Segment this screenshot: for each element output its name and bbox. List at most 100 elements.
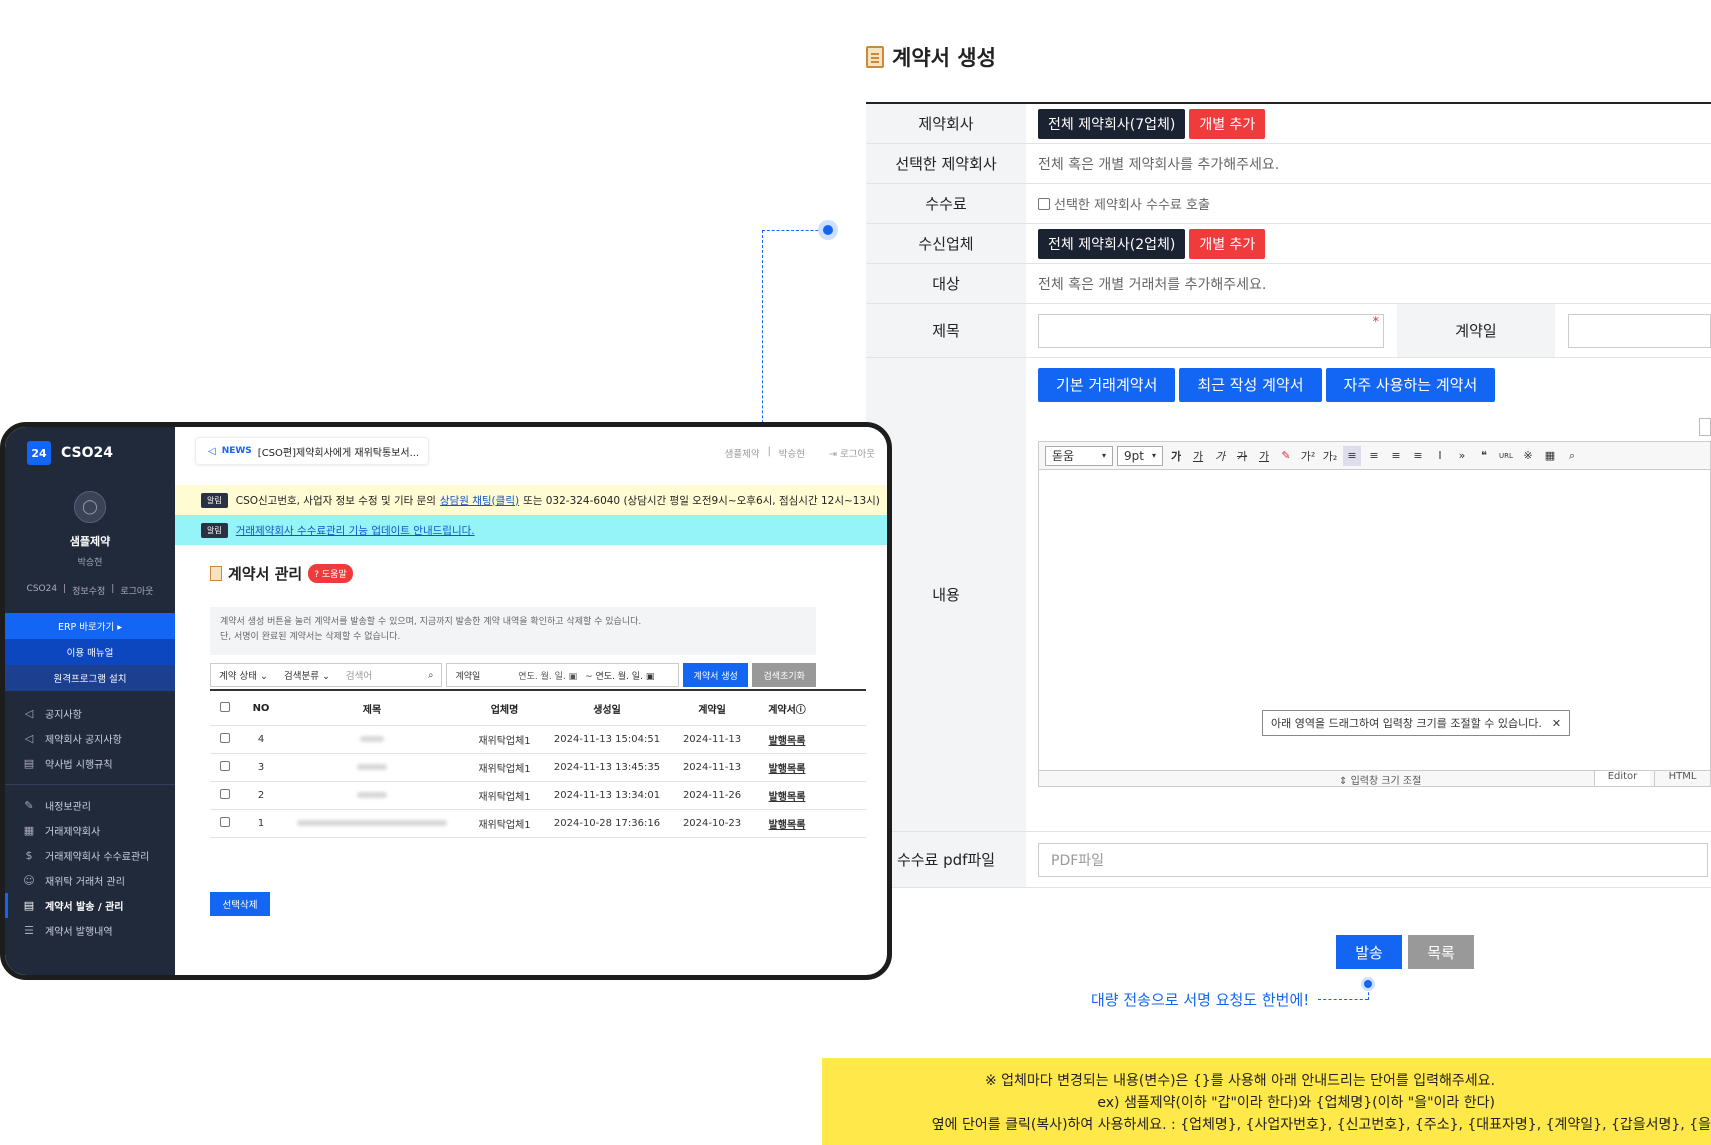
- resize-handle[interactable]: ⇕ 입력창 크기 조절: [1339, 772, 1421, 787]
- table-row[interactable]: 1 재위탁업체1 2024-10-28 17:36:16 2024-10-23 …: [210, 810, 866, 838]
- info-line-2: 단, 서명이 완료된 계약서는 삭제할 수 없습니다.: [220, 632, 401, 642]
- top-user: 박승현: [778, 449, 806, 460]
- table-row[interactable]: 3 재위탁업체1 2024-11-13 13:45:35 2024-11-13 …: [210, 754, 866, 782]
- row-subject: 제목 * 계약일: [866, 304, 1711, 358]
- search-input[interactable]: 검색어: [346, 668, 412, 682]
- document-icon: ▤: [23, 899, 35, 912]
- subject-input[interactable]: *: [1038, 313, 1384, 348]
- erp-button[interactable]: ERP 바로가기 ▸: [5, 613, 175, 639]
- news-ticker[interactable]: ◁ NEWS [CSO편]제약회사에게 재위탁통보서...: [195, 437, 429, 465]
- pdf-input[interactable]: PDF파일: [1038, 842, 1708, 877]
- table-row[interactable]: 4 재위탁업체1 2024-11-13 15:04:51 2024-11-13 …: [210, 726, 866, 754]
- list-button[interactable]: 목록: [1408, 935, 1474, 969]
- all-company-button[interactable]: 전체 제약회사(7업체): [1038, 108, 1186, 139]
- logo-badge: 24: [27, 441, 51, 465]
- receiver-label: 수신업체: [866, 224, 1026, 263]
- align-justify-icon[interactable]: ≡: [1409, 446, 1427, 466]
- sidebar-item-contract-history[interactable]: ☰ 계약서 발행내역: [5, 918, 175, 943]
- tab-html[interactable]: HTML: [1654, 771, 1710, 786]
- italic-icon[interactable]: 가: [1211, 446, 1229, 466]
- doc-link[interactable]: 발행목록: [757, 760, 817, 775]
- subscript-icon[interactable]: 가₂: [1321, 446, 1339, 466]
- delete-selected-button[interactable]: 선택삭제: [210, 892, 270, 916]
- note-line-2: ex) 샘플제약(이하 "갑"이라 한다)와 {업체명}(이하 "을"이라 한다…: [1097, 1095, 1495, 1111]
- col-title: 제목: [362, 704, 382, 716]
- underline-icon[interactable]: 가: [1189, 446, 1207, 466]
- logo[interactable]: 24 CSO24: [5, 427, 175, 465]
- manual-button[interactable]: 이용 매뉴얼: [5, 639, 175, 665]
- date-from[interactable]: 연도. 월. 일. ▣: [518, 669, 577, 682]
- font-select[interactable]: 돋움 ▾: [1045, 445, 1113, 466]
- rich-editor[interactable]: 돋움 ▾ 9pt ▾ 가 가 가 가 가 ✎ 가² 가₂ ≡ ≡ ≡ ≡ I » ❝: [1038, 441, 1711, 787]
- table-icon[interactable]: ▦: [1541, 446, 1559, 466]
- send-button[interactable]: 발송: [1336, 935, 1402, 969]
- date-input[interactable]: [1568, 313, 1711, 348]
- sidebar-item-fees[interactable]: $ 거래제약회사 수수료관리: [5, 843, 175, 868]
- table-row[interactable]: 2 재위탁업체1 2024-11-13 13:34:01 2024-11-26 …: [210, 782, 866, 810]
- font-color-icon[interactable]: 가: [1255, 446, 1273, 466]
- find-icon[interactable]: ⌕: [1563, 446, 1581, 466]
- close-icon[interactable]: ✕: [1552, 717, 1561, 730]
- sidebar-item-pharma-notice[interactable]: ◁ 제약회사 공지사항: [5, 726, 175, 751]
- more-icon[interactable]: »: [1453, 446, 1471, 466]
- quote-icon[interactable]: ❝: [1475, 446, 1493, 466]
- add-receiver-button[interactable]: 개별 추가: [1189, 228, 1266, 259]
- sidebar-item-subcontract[interactable]: ☺ 재위탁 거래처 관리: [5, 868, 175, 893]
- create-contract-button[interactable]: 계약서 생성: [682, 663, 749, 687]
- row-checkbox[interactable]: [220, 817, 230, 827]
- type-select[interactable]: 검색분류 ⌄: [284, 668, 330, 682]
- update-link[interactable]: 거래제약회사 수수료관리 기능 업데이트 안내드립니다.: [236, 523, 475, 538]
- highlight-icon[interactable]: ✎: [1277, 446, 1295, 466]
- size-select[interactable]: 9pt ▾: [1117, 445, 1163, 466]
- superscript-icon[interactable]: 가²: [1299, 446, 1317, 466]
- sidebar-item-my-info[interactable]: ✎ 내정보관리: [5, 793, 175, 818]
- bold-icon[interactable]: 가: [1167, 446, 1185, 466]
- add-company-button[interactable]: 개별 추가: [1189, 108, 1266, 139]
- top-company: 샘플제약: [724, 449, 760, 460]
- status-select[interactable]: 계약 상태 ⌄: [219, 668, 268, 682]
- col-doc: 계약서ⓘ: [768, 704, 806, 716]
- template-frequent-button[interactable]: 자주 사용하는 계약서: [1325, 368, 1496, 402]
- speaker-icon: ◁: [24, 707, 34, 720]
- link-cso24[interactable]: CSO24: [27, 584, 58, 597]
- url-icon[interactable]: URL: [1497, 446, 1515, 466]
- special-char-icon[interactable]: ※: [1519, 446, 1537, 466]
- sidebar-item-law[interactable]: ▤ 약사법 시행규칙: [5, 751, 175, 776]
- line-height-icon[interactable]: I: [1431, 446, 1449, 466]
- alert-tag: 알림: [201, 492, 228, 508]
- chat-link[interactable]: 상담원 채팅(클릭): [440, 493, 519, 508]
- pencil-icon: ✎: [24, 799, 34, 812]
- reset-search-button[interactable]: 검색초기화: [752, 663, 817, 687]
- row-checkbox[interactable]: [220, 761, 230, 771]
- fee-checkbox[interactable]: [1038, 197, 1050, 210]
- align-left-icon[interactable]: ≡: [1343, 445, 1361, 466]
- help-badge[interactable]: ? 도움말: [308, 564, 353, 583]
- selected-label: 선택한 제약회사: [866, 144, 1026, 183]
- link-logout[interactable]: 로그아웃: [120, 584, 153, 597]
- row-checkbox[interactable]: [220, 789, 230, 799]
- sidebar-item-partners[interactable]: ▦ 거래제약회사: [5, 818, 175, 843]
- avatar: ◯: [74, 491, 106, 523]
- row-checkbox[interactable]: [220, 733, 230, 743]
- search-icon[interactable]: ⌕: [428, 670, 433, 681]
- all-receiver-button[interactable]: 전체 제약회사(2업체): [1038, 228, 1186, 259]
- tab-editor[interactable]: Editor: [1594, 771, 1650, 786]
- col-created: 생성일: [593, 704, 621, 716]
- select-all-checkbox[interactable]: [220, 701, 230, 712]
- template-recent-button[interactable]: 최근 작성 계약서: [1179, 368, 1322, 402]
- date-to[interactable]: ~ 연도. 월. 일. ▣: [585, 669, 654, 682]
- sidebar-item-contracts[interactable]: ▤ 계약서 발송 / 관리: [5, 893, 175, 918]
- doc-link[interactable]: 발행목록: [757, 816, 817, 831]
- note-line-1: ※ 업체마다 변경되는 내용(변수)은 {}를 사용해 아래 안내드리는 단어를…: [984, 1073, 1495, 1089]
- align-right-icon[interactable]: ≡: [1387, 446, 1405, 466]
- doc-link[interactable]: 발행목록: [757, 732, 817, 747]
- doc-link[interactable]: 발행목록: [757, 788, 817, 803]
- logout-link[interactable]: ⇥ 로그아웃: [829, 446, 875, 460]
- sidebar-item-notice[interactable]: ◁ 공지사항: [5, 701, 175, 726]
- align-center-icon[interactable]: ≡: [1365, 446, 1383, 466]
- side-handle[interactable]: [1699, 418, 1711, 436]
- link-profile[interactable]: 정보수정: [72, 584, 105, 597]
- template-basic-button[interactable]: 기본 거래계약서: [1038, 368, 1176, 402]
- strike-icon[interactable]: 가: [1233, 446, 1251, 466]
- remote-install-button[interactable]: 원격프로그램 설치: [5, 665, 175, 691]
